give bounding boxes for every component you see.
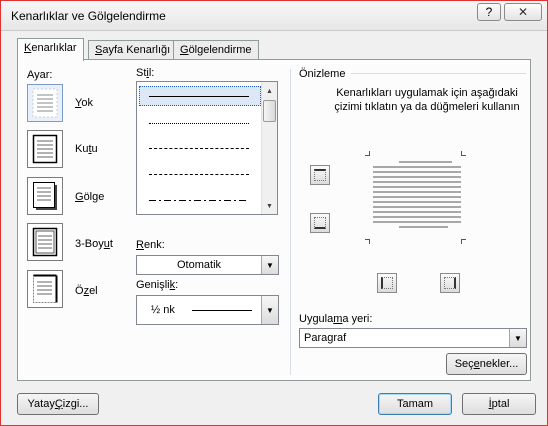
preview-separator: [351, 73, 526, 74]
ok-button[interactable]: Tamam: [378, 393, 452, 415]
preview-instructions: Kenarlıkları uygulamak için aşağıdaki çi…: [334, 87, 520, 113]
setting-3d-button[interactable]: [27, 223, 63, 261]
horizontal-line-button[interactable]: Yatay Çizgi...: [17, 393, 99, 415]
bottom-border-icon: [314, 217, 326, 229]
column-divider: [290, 69, 291, 375]
setting-box-button[interactable]: [27, 130, 63, 168]
style-list[interactable]: ▲ ▼: [136, 81, 278, 215]
setting-3d-label: 3-Boyut: [75, 238, 113, 250]
setting-3d-icon: [32, 227, 58, 257]
style-option-small-dash[interactable]: [149, 148, 249, 149]
bottom-border-button[interactable]: [310, 213, 330, 233]
cancel-button[interactable]: İptal: [462, 393, 536, 415]
setting-label: Ayar:: [27, 69, 53, 81]
chevron-down-icon[interactable]: ▼: [509, 329, 526, 347]
chevron-down-icon[interactable]: ▼: [261, 256, 278, 274]
color-label: Renk:: [136, 239, 165, 251]
setting-shadow-label: Gölge: [75, 191, 105, 203]
tab-page-border[interactable]: Sayfa Kenarlığı: [88, 40, 178, 60]
width-label: Genişlik:: [136, 279, 179, 291]
style-option-dash-dot[interactable]: [149, 200, 249, 201]
scroll-down-icon[interactable]: ▼: [262, 198, 277, 214]
color-value: Otomatik: [177, 259, 222, 271]
width-dropdown[interactable]: ½ nk ▼: [136, 295, 279, 325]
right-border-icon: [444, 277, 456, 289]
setting-custom-label: Özel: [75, 285, 98, 297]
left-border-button[interactable]: [377, 273, 397, 293]
apply-to-label: Uygulama yeri:: [299, 313, 373, 325]
width-value: ½ nk: [151, 304, 175, 316]
style-option-solid[interactable]: [149, 96, 249, 97]
help-button[interactable]: ?: [477, 3, 501, 21]
setting-shadow-button[interactable]: [27, 177, 63, 215]
setting-shadow-icon: [33, 182, 57, 210]
color-dropdown[interactable]: Otomatik ▼: [136, 255, 279, 275]
tab-borders[interactable]: Kenarlıklar: [17, 38, 84, 61]
scroll-thumb[interactable]: [263, 100, 276, 122]
scroll-up-icon[interactable]: ▲: [262, 83, 277, 99]
apply-to-dropdown[interactable]: Paragraf ▼: [299, 328, 527, 348]
options-button[interactable]: Seç e nekler...: [446, 353, 527, 375]
left-border-icon: [381, 277, 393, 289]
setting-none-label: Yok: [75, 97, 93, 109]
setting-none-icon: [32, 88, 58, 118]
setting-custom-icon: [33, 274, 58, 303]
width-line-sample: [192, 310, 252, 311]
title-bar: Kenarlıklar ve Gölgelendirme ? ✕: [1, 1, 547, 31]
dialog-window: Kenarlıklar ve Gölgelendirme ? ✕ Kenarlı…: [0, 0, 548, 426]
style-scrollbar[interactable]: ▲ ▼: [261, 82, 277, 214]
preview-label: Önizleme: [299, 68, 346, 80]
style-option-dotted[interactable]: [149, 123, 249, 124]
right-border-button[interactable]: [440, 273, 460, 293]
setting-box-label: Kutu: [75, 143, 98, 155]
setting-custom-button[interactable]: [27, 270, 63, 308]
top-border-icon: [314, 169, 326, 181]
style-label: Stil:: [136, 67, 155, 79]
tab-shading[interactable]: Gölgelendirme: [173, 40, 259, 60]
chevron-down-icon[interactable]: ▼: [261, 296, 278, 324]
setting-none-button[interactable]: [27, 84, 63, 122]
close-button[interactable]: ✕: [504, 3, 542, 21]
window-title: Kenarlıklar ve Gölgelendirme: [11, 9, 166, 23]
style-option-dash[interactable]: [149, 174, 249, 175]
top-border-button[interactable]: [310, 165, 330, 185]
apply-to-value: Paragraf: [304, 332, 347, 344]
preview-paragraph: [373, 161, 461, 231]
setting-box-icon: [32, 134, 58, 164]
